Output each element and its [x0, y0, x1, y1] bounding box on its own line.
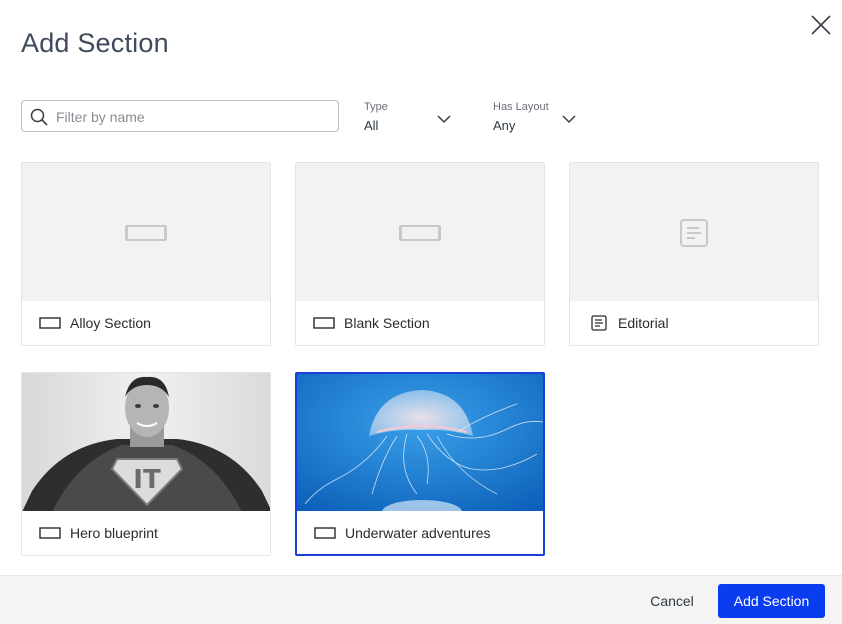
card-name: Blank Section	[344, 315, 430, 331]
dialog-footer: Cancel Add Section	[0, 575, 842, 624]
search-input[interactable]	[54, 101, 338, 133]
card-name: Underwater adventures	[345, 525, 491, 541]
section-card-hero-blueprint[interactable]: IT Hero blueprint	[21, 372, 271, 556]
has-layout-filter-value: Any	[493, 118, 516, 133]
card-thumbnail: IT	[22, 373, 270, 512]
dialog-title: Add Section	[21, 28, 169, 58]
document-placeholder-icon	[680, 218, 708, 247]
section-icon	[39, 527, 61, 539]
section-icon	[39, 317, 61, 329]
svg-text:IT: IT	[133, 465, 161, 495]
section-card-underwater-adventures[interactable]: Underwater adventures	[295, 372, 545, 556]
section-card-alloy[interactable]: Alloy Section	[21, 162, 271, 346]
close-icon	[811, 15, 831, 35]
card-thumbnail	[297, 374, 543, 512]
has-layout-filter-label: Has Layout	[493, 101, 549, 113]
type-filter-value: All	[364, 118, 379, 133]
section-placeholder-icon	[125, 224, 167, 241]
section-placeholder-icon	[399, 224, 441, 241]
search-box	[21, 100, 339, 133]
section-card-editorial[interactable]: Editorial	[569, 162, 819, 346]
add-section-button[interactable]: Add Section	[718, 584, 825, 618]
jellyfish-photo	[297, 374, 543, 512]
chevron-down-icon	[562, 115, 576, 124]
type-filter-dropdown[interactable]: Type All	[364, 101, 454, 135]
card-name: Alloy Section	[70, 315, 151, 331]
type-filter-label: Type	[364, 101, 388, 113]
document-icon	[591, 315, 607, 331]
search-icon	[30, 108, 48, 126]
cancel-button[interactable]: Cancel	[637, 585, 707, 617]
card-thumbnail	[22, 163, 270, 302]
section-icon	[313, 317, 335, 329]
card-name: Hero blueprint	[70, 525, 158, 541]
has-layout-filter-dropdown[interactable]: Has Layout Any	[493, 101, 583, 135]
superhero-photo: IT	[22, 373, 270, 512]
card-thumbnail	[570, 163, 818, 302]
section-card-blank[interactable]: Blank Section	[295, 162, 545, 346]
chevron-down-icon	[437, 115, 451, 124]
section-icon	[314, 527, 336, 539]
card-thumbnail	[296, 163, 544, 302]
close-button[interactable]	[806, 10, 836, 40]
card-name: Editorial	[618, 315, 669, 331]
